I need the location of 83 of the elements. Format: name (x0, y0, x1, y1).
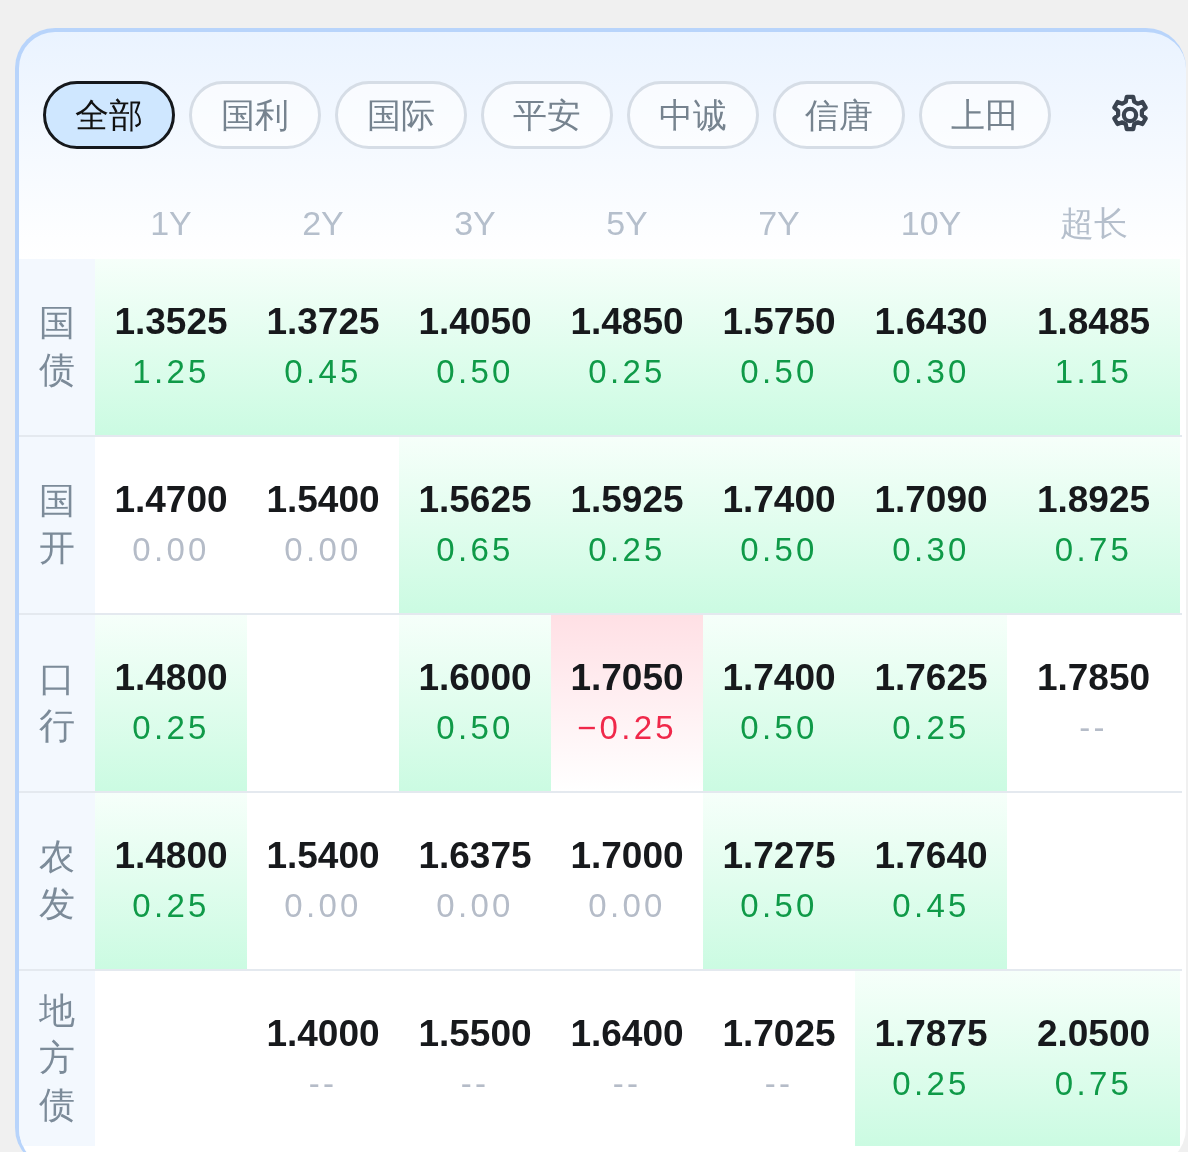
filter-tab[interactable]: 信唐 (773, 81, 905, 149)
filter-tab[interactable]: 上田 (919, 81, 1051, 149)
rate-value: 2.0500 (1036, 1011, 1151, 1056)
change-value: 0.75 (1054, 1063, 1133, 1104)
change-value: 0.25 (588, 530, 666, 570)
column-header: 10Y (900, 204, 962, 242)
rate-value: 1.3725 (266, 300, 380, 344)
filter-tab[interactable]: 国利 (189, 81, 321, 149)
rate-value: 1.6400 (570, 1011, 684, 1056)
change-value: 0.30 (892, 352, 970, 392)
rate-value: 1.4000 (266, 1011, 380, 1056)
filter-tab[interactable]: 国际 (335, 81, 467, 149)
rate-value: 1.6375 (418, 834, 532, 878)
row-label: 国债 (39, 301, 75, 392)
rate-value: 1.7640 (874, 834, 988, 878)
rate-value: 1.4800 (114, 656, 228, 700)
change-value: −0.25 (577, 708, 677, 748)
filter-tab[interactable]: 全部 (43, 81, 175, 149)
change-value: -- (460, 1063, 490, 1104)
rate-value: 1.5925 (570, 478, 684, 522)
rate-value: 1.7400 (722, 656, 836, 700)
change-value: 1.15 (1054, 352, 1133, 392)
rate-value: 1.7625 (874, 656, 988, 700)
rate-value: 1.6000 (418, 656, 532, 700)
change-value: 0.00 (132, 530, 210, 570)
change-value: 0.00 (588, 886, 666, 926)
rate-value: 1.7875 (874, 1011, 988, 1056)
column-header: 7Y (758, 204, 800, 242)
change-value: -- (612, 1063, 642, 1104)
rate-value: 1.4850 (570, 300, 684, 344)
change-value: 0.25 (892, 708, 970, 748)
row-label: 口行 (39, 657, 75, 748)
change-value: 0.00 (284, 886, 362, 926)
change-value: 0.65 (436, 530, 514, 570)
change-value: 0.45 (284, 352, 362, 392)
change-value: 0.50 (740, 708, 818, 748)
rate-value: 1.4700 (114, 478, 228, 522)
rate-value: 1.5400 (266, 834, 380, 878)
rate-value: 1.7050 (570, 656, 684, 700)
filter-tab[interactable]: 中诚 (627, 81, 759, 149)
row-label: 国开 (39, 479, 75, 570)
rate-value: 1.5625 (418, 478, 532, 522)
change-value: 0.50 (436, 708, 514, 748)
rate-value: 1.8925 (1036, 478, 1151, 522)
change-value: 0.25 (892, 1063, 970, 1104)
rate-value: 1.6430 (874, 300, 988, 344)
rate-value: 1.5400 (266, 478, 380, 522)
change-value: 0.00 (436, 886, 514, 926)
row-label: 农发 (39, 835, 75, 926)
rate-value: 1.7090 (874, 478, 988, 522)
rate-value: 1.7025 (722, 1011, 836, 1056)
change-value: 1.25 (132, 352, 210, 392)
rate-value: 1.5750 (722, 300, 836, 344)
column-header: 超长 (1059, 204, 1128, 242)
change-value: 0.50 (740, 352, 818, 392)
column-header: 2Y (302, 204, 344, 242)
rate-value: 1.7400 (722, 478, 836, 522)
row-label: 地方债 (39, 989, 75, 1127)
change-value: 0.45 (892, 886, 970, 926)
change-value: 0.25 (132, 886, 210, 926)
change-value: 0.30 (892, 530, 970, 570)
column-header: 1Y (150, 204, 192, 242)
rate-value: 1.3525 (114, 300, 228, 344)
change-value: 0.75 (1054, 530, 1133, 570)
change-value: 0.50 (740, 886, 818, 926)
rate-value: 1.5500 (418, 1011, 532, 1056)
change-value: 0.25 (588, 352, 666, 392)
change-value: -- (1079, 708, 1108, 748)
rate-value: 1.4800 (114, 834, 228, 878)
filter-tab[interactable]: 平安 (481, 81, 613, 149)
change-value: -- (308, 1063, 338, 1104)
change-value: 0.00 (284, 530, 362, 570)
rate-value: 1.7850 (1036, 656, 1151, 700)
rate-value: 1.7000 (570, 834, 684, 878)
change-value: 0.50 (740, 530, 818, 570)
rate-value: 1.8485 (1036, 300, 1151, 344)
column-header: 3Y (454, 204, 496, 242)
change-value: 0.50 (436, 352, 514, 392)
change-value: -- (764, 1063, 794, 1104)
change-value: 0.25 (132, 708, 210, 748)
rate-value: 1.4050 (418, 300, 532, 344)
rate-value: 1.7275 (722, 834, 836, 878)
column-header: 5Y (606, 204, 648, 242)
